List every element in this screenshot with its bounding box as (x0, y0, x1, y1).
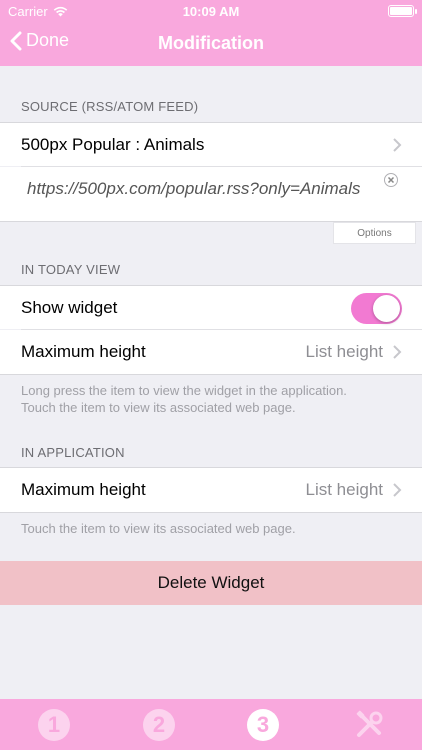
feed-url-input[interactable]: https://500px.com/popular.rss?only=Anima… (27, 179, 360, 199)
show-widget-toggle[interactable] (351, 292, 402, 324)
done-back-button[interactable]: Done (10, 30, 69, 51)
options-button[interactable]: Options (333, 222, 416, 244)
feed-name-label: 500px Popular : Animals (21, 134, 205, 154)
application-footnote: Touch the item to view its associated we… (21, 521, 296, 536)
carrier-label: Carrier (8, 4, 48, 19)
source-section-header: SOURCE (RSS/ATOM FEED) (21, 99, 199, 114)
today-section-header: IN TODAY VIEW (21, 262, 121, 277)
navigation-bar: Carrier 10:09 AM Done Modification (0, 0, 422, 66)
today-max-height-value: List height (305, 342, 384, 361)
tab-step-1-number: 1 (38, 709, 70, 741)
today-footnote-line-1: Long press the item to view the widget i… (21, 383, 347, 398)
status-carrier: Carrier (8, 4, 68, 19)
app-max-height-value: List height (305, 480, 384, 499)
tab-bar: 1 2 3 (0, 699, 422, 750)
tools-icon (356, 710, 383, 737)
feed-name-row[interactable]: 500px Popular : Animals (0, 123, 422, 166)
tab-step-2-number: 2 (143, 709, 175, 741)
tab-tools[interactable] (351, 707, 387, 743)
status-bar: Carrier 10:09 AM (0, 0, 422, 22)
chevron-right-icon (393, 483, 402, 497)
app-max-height-label: Maximum height (21, 480, 146, 499)
today-footnote-line-2: Touch the item to view its associated we… (21, 400, 296, 415)
delete-widget-button[interactable]: Delete Widget (0, 561, 422, 605)
wifi-icon (53, 6, 67, 17)
today-footnote: Long press the item to view the widget i… (21, 382, 401, 416)
tab-step-3[interactable]: 3 (245, 707, 281, 743)
back-label: Done (26, 30, 70, 50)
tab-step-2[interactable]: 2 (141, 707, 177, 743)
chevron-left-icon (10, 31, 22, 50)
today-max-height-row[interactable]: Maximum height List height (0, 330, 422, 374)
chevron-right-icon (393, 345, 402, 359)
show-widget-label: Show widget (21, 297, 118, 317)
application-section-header: IN APPLICATION (21, 445, 125, 460)
today-max-height-label: Maximum height (21, 342, 146, 361)
battery-icon (388, 5, 417, 17)
chevron-right-icon (393, 137, 402, 152)
app-max-height-row[interactable]: Maximum height List height (0, 468, 422, 512)
tab-step-3-number: 3 (247, 709, 279, 741)
show-widget-row: Show widget (0, 286, 422, 329)
clear-text-icon[interactable] (384, 173, 398, 187)
tab-step-1[interactable]: 1 (36, 707, 72, 743)
feed-url-field[interactable]: https://500px.com/popular.rss?only=Anima… (0, 167, 422, 221)
